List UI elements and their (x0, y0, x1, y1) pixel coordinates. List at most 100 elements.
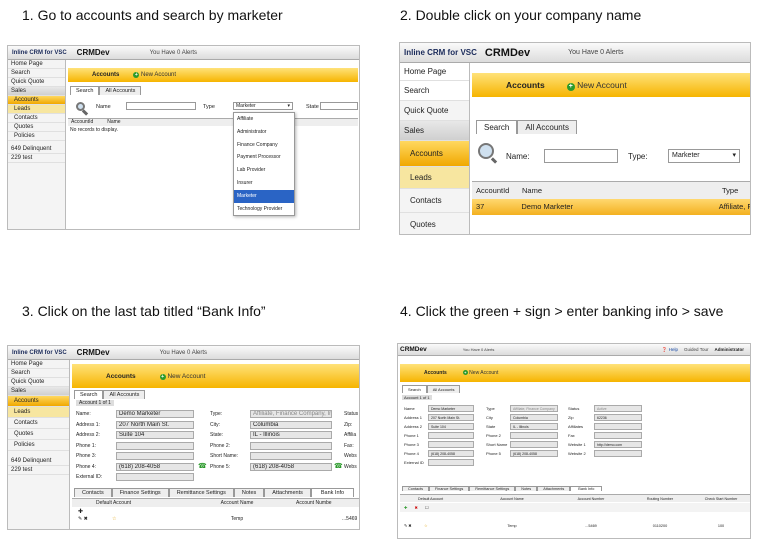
state-field[interactable]: IL - Illinois (510, 423, 558, 430)
bank-row[interactable]: ✎ ✖ ☆ Temp ...5469 (72, 514, 359, 524)
tab-all-accounts[interactable]: All Accounts (99, 86, 142, 95)
sidebar-item-search[interactable]: Search (8, 69, 65, 78)
phone4-field[interactable]: (618) 208-4058 (116, 462, 194, 471)
col-name[interactable]: Name (522, 182, 722, 199)
edit-delete-icons[interactable]: ✎ ✖ (72, 514, 112, 524)
sidebar-item-test[interactable]: 229 test (8, 154, 65, 163)
sidebar-item-search[interactable]: Search (8, 369, 69, 378)
green-plus-icon[interactable]: + (566, 82, 575, 91)
address2-field[interactable]: Suite 104 (428, 423, 474, 430)
sidebar-item-delinquent[interactable]: 649 Delinquent (8, 457, 69, 466)
dropdown-option[interactable]: Finance Company (234, 139, 294, 152)
sidebar-item-home[interactable]: Home Page (8, 60, 65, 69)
col-accountid[interactable]: AccountId (476, 182, 522, 199)
phone2-field[interactable] (250, 441, 332, 450)
dropdown-option[interactable]: Affiliate (234, 113, 294, 126)
dropdown-option[interactable]: Technology Provider (234, 203, 294, 216)
dropdown-option[interactable]: Administrator (234, 126, 294, 139)
state-select[interactable] (320, 102, 358, 110)
name-field[interactable]: Demo Marketer (116, 410, 194, 418)
new-account-button[interactable]: + New Account (133, 72, 176, 78)
tab-all-accounts[interactable]: All Accounts (426, 385, 461, 393)
state-field[interactable]: IL - Illinois (250, 431, 332, 439)
sidebar-item-leads[interactable]: Leads (8, 407, 69, 418)
sidebar-item-quick-quote[interactable]: Quick Quote (8, 378, 69, 387)
sidebar-section-sales[interactable]: Sales (8, 87, 65, 96)
tab-search[interactable]: Search (476, 120, 518, 134)
address1-field[interactable]: 207 North Main St. (116, 420, 194, 429)
help-link[interactable]: ❓ Help (662, 347, 678, 353)
phone5-field[interactable]: (618) 208-4058 (510, 450, 558, 457)
dropdown-option[interactable]: Lab Provider (234, 164, 294, 177)
col-account-name[interactable]: Account Name (470, 495, 554, 502)
sidebar-item-accounts[interactable]: Accounts (400, 141, 469, 167)
cancel-icon[interactable]: ✖ (414, 505, 417, 510)
address1-field[interactable]: 207 North Main St. (428, 414, 474, 421)
result-row-demo-marketer[interactable]: 37 Demo Marketer Affiliate, F (472, 199, 750, 215)
tab-bank-info[interactable]: Bank Info (310, 488, 355, 497)
phone3-field[interactable] (428, 441, 474, 448)
phone-icon[interactable]: ☎ (334, 462, 343, 470)
phone-icon[interactable]: ☎ (198, 462, 207, 470)
new-account-button[interactable]: + New Account (462, 370, 498, 376)
type-select[interactable]: Marketer ▾ (668, 149, 740, 163)
short-name-field[interactable] (510, 441, 558, 448)
sidebar-section-sales[interactable]: Sales (400, 121, 469, 141)
edit-delete-icons[interactable]: ✎ ✖ (400, 522, 424, 531)
external-id-field[interactable] (116, 473, 194, 481)
sidebar-item-contacts[interactable]: Contacts (8, 114, 65, 123)
type-select[interactable]: Marketer ▾ (233, 102, 293, 110)
external-id-field[interactable] (428, 459, 474, 466)
guided-tour-link[interactable]: Guided Tour (684, 347, 708, 352)
col-account-name[interactable]: Account Name (132, 499, 282, 507)
tab-attachments[interactable]: Attachments (264, 488, 311, 497)
tab-search[interactable]: Search (74, 390, 104, 399)
tab-contacts[interactable]: Contacts (402, 486, 429, 491)
checkbox-icon[interactable]: ☐ (425, 505, 429, 510)
new-account-button[interactable]: + New Account (159, 373, 205, 380)
col-type[interactable]: Type (722, 182, 738, 199)
type-field[interactable]: Affiliate, Finance Company (510, 405, 558, 412)
star-icon[interactable]: ☆ (112, 514, 132, 524)
col-accountid[interactable]: AccountId (71, 119, 93, 126)
name-input[interactable] (544, 149, 618, 163)
status-field[interactable]: Active (594, 405, 642, 412)
sidebar-item-quotes[interactable]: Quotes (8, 429, 69, 440)
name-field[interactable]: Demo Marketer (428, 405, 474, 412)
fax-field[interactable] (594, 432, 642, 439)
tab-notes[interactable]: Notes (233, 488, 265, 497)
green-plus-save-icon[interactable]: ✚ (404, 505, 407, 510)
col-default-account[interactable]: Default Account (400, 495, 470, 502)
chevron-down-icon[interactable]: ▾ (287, 103, 292, 110)
type-field[interactable]: Affiliate, Finance Company, In (250, 410, 332, 418)
tab-finance-settings[interactable]: Finance Settings (428, 486, 470, 491)
sidebar-item-quick-quote[interactable]: Quick Quote (8, 78, 65, 87)
address2-field[interactable]: Suite 104 (116, 431, 194, 439)
tab-remittance-settings[interactable]: Remittance Settings (469, 486, 516, 491)
chevron-down-icon[interactable]: ▾ (732, 150, 739, 162)
col-default-account[interactable]: Default Account (72, 499, 132, 507)
tab-search[interactable]: Search (402, 385, 427, 393)
alerts-text[interactable]: You Have 0 Alerts (160, 350, 207, 356)
user-menu[interactable]: Administrator (714, 347, 750, 352)
col-routing-number[interactable]: Routing Number (628, 495, 692, 502)
tab-bank-info[interactable]: Bank Info (570, 486, 603, 491)
sidebar-item-quick-quote[interactable]: Quick Quote (400, 101, 469, 121)
sidebar-item-accounts[interactable]: Accounts (8, 96, 65, 105)
phone1-field[interactable] (116, 441, 194, 450)
phone2-field[interactable] (510, 432, 558, 439)
sidebar-item-leads[interactable]: Leads (400, 167, 469, 189)
sidebar-item-contacts[interactable]: Contacts (8, 418, 69, 429)
phone3-field[interactable] (116, 452, 194, 460)
sidebar-item-accounts[interactable]: Accounts (8, 396, 69, 407)
green-plus-icon[interactable]: + (133, 72, 140, 78)
sidebar-item-policies[interactable]: Policies (8, 440, 69, 451)
green-plus-icon[interactable]: + (462, 370, 468, 375)
city-field[interactable]: Columbia (510, 414, 558, 421)
sidebar-item-policies[interactable]: Policies (8, 132, 65, 141)
phone4-field[interactable]: (618) 208-4058 (428, 450, 474, 457)
alerts-text[interactable]: You Have 0 Alerts (463, 347, 495, 352)
tab-notes[interactable]: Notes (515, 486, 538, 491)
col-name[interactable]: Name (107, 119, 120, 126)
new-row-editor[interactable]: ✚ ✖ ☐ (400, 503, 750, 512)
